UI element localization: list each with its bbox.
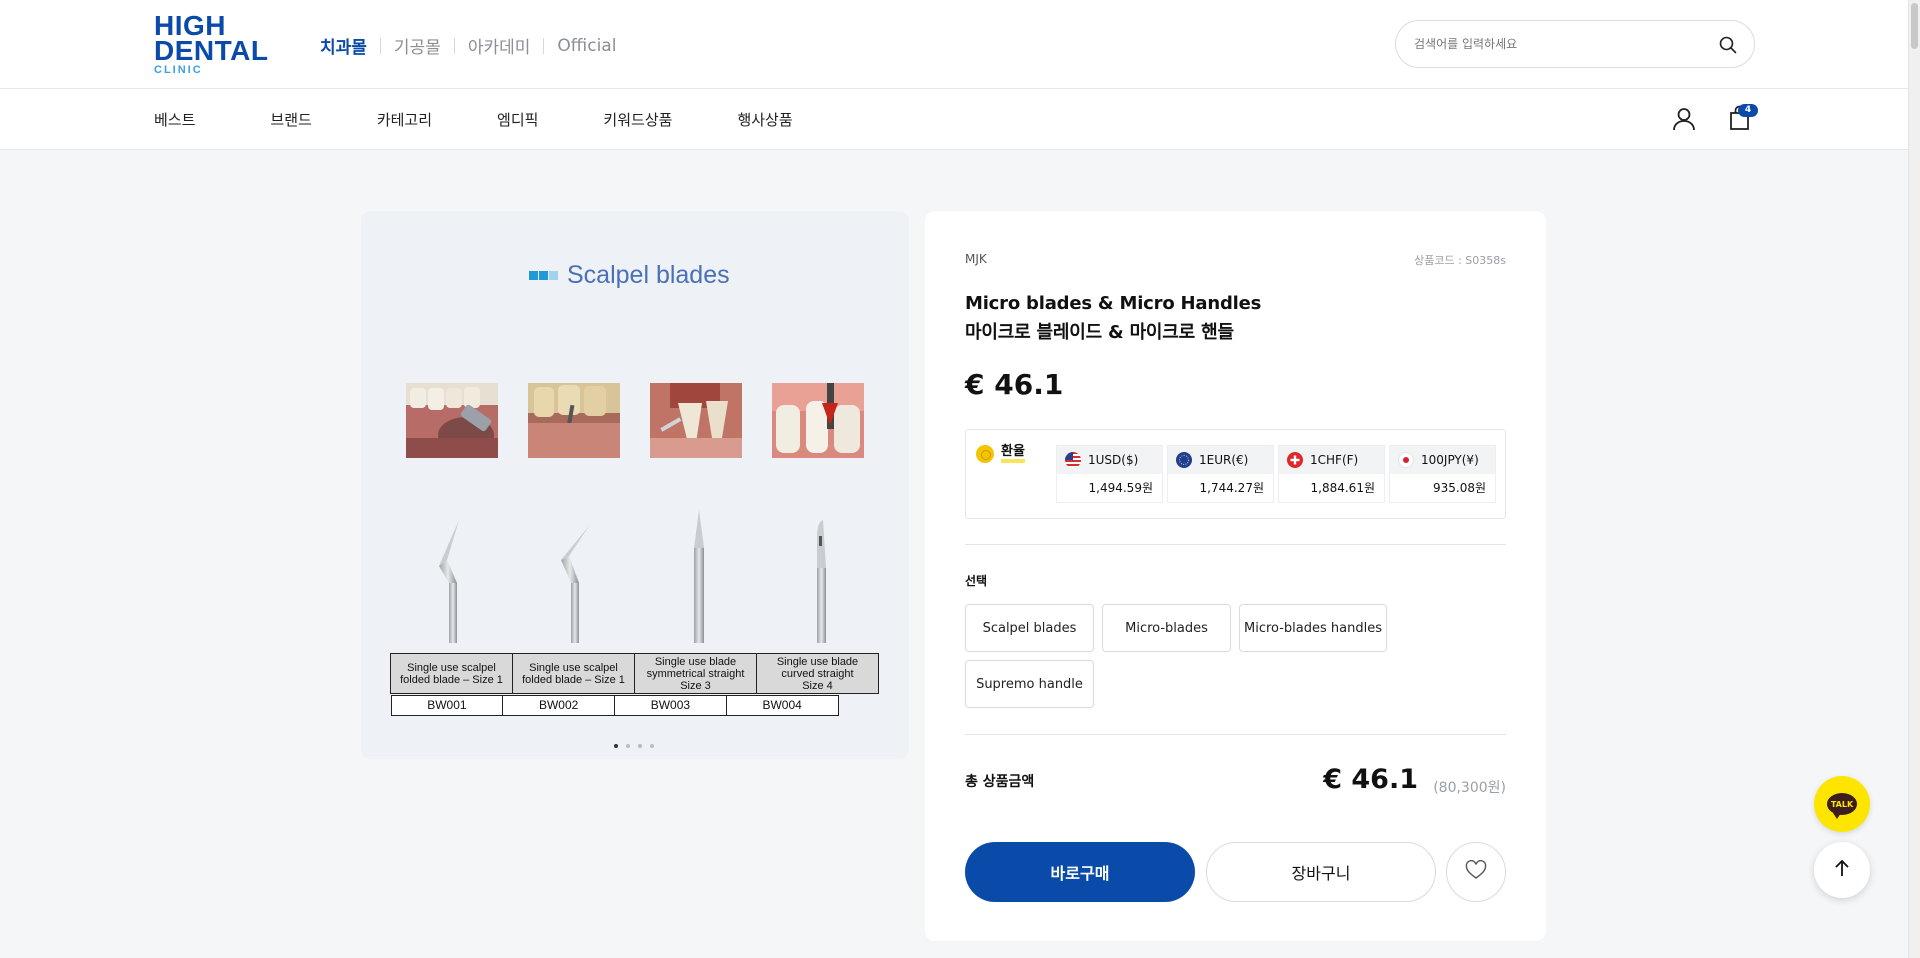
product-image-gallery[interactable]: Scalpel blades Single use scalpel folded… xyxy=(361,211,909,759)
spec-desc-cell: Single use scalpel folded blade – Size 1 xyxy=(512,653,635,694)
nav-item-keyword[interactable]: 키워드상품 xyxy=(603,109,672,130)
mall-tab-academy[interactable]: 아카데미 xyxy=(468,33,531,58)
spec-table: Single use scalpel folded blade – Size 1 … xyxy=(390,653,879,716)
logo-line-2: DENTAL xyxy=(154,35,269,66)
product-info-card: MJK 상품코드 : S0358s Micro blades & Micro H… xyxy=(925,211,1546,941)
jp-flag-icon xyxy=(1398,452,1414,468)
rate-currency: 100JPY(¥) xyxy=(1421,453,1479,467)
rate-currency: 1CHF(F) xyxy=(1310,453,1359,467)
coin-icon xyxy=(976,445,994,463)
rate-chf: 1CHF(F) 1,884.61원 xyxy=(1278,445,1385,503)
mall-tabs: 치과몰 기공몰 아카데미 Official xyxy=(320,33,616,59)
exchange-rate-title: 환율 xyxy=(1001,445,1025,463)
nav-item-mdpick[interactable]: 엠디픽 xyxy=(497,109,538,130)
slide-indicators xyxy=(614,744,662,748)
search-input[interactable] xyxy=(1414,34,1704,54)
title-square-icon xyxy=(529,271,538,280)
search-icon[interactable] xyxy=(1718,35,1738,55)
product-price: € 46.1 xyxy=(965,368,1064,401)
image-title: Scalpel blades xyxy=(529,261,730,290)
clinical-photos xyxy=(406,383,864,458)
kakao-talk-button[interactable]: TALK xyxy=(1814,776,1870,832)
eu-flag-icon xyxy=(1176,452,1192,468)
mall-tab-lab[interactable]: 기공몰 xyxy=(394,33,441,58)
heart-icon xyxy=(1465,859,1487,884)
slide-dot[interactable] xyxy=(626,744,630,748)
section-divider xyxy=(965,734,1506,735)
slide-dot[interactable] xyxy=(650,744,654,748)
mall-tab-official[interactable]: Official xyxy=(557,36,616,56)
exchange-rate-box: 환율 1USD($) 1,494.59원 1EUR(€) 1,744.27원 1… xyxy=(965,429,1506,519)
clinical-photo-2 xyxy=(528,383,620,458)
spec-code-cell: BW004 xyxy=(725,694,839,716)
mall-tab-dental[interactable]: 치과몰 xyxy=(320,33,367,58)
clinical-photo-1 xyxy=(406,383,498,458)
spec-code-cell: BW003 xyxy=(614,694,727,716)
product-name-en: Micro blades & Micro Handles xyxy=(965,293,1262,314)
ch-flag-icon xyxy=(1287,452,1303,468)
spec-desc-cell: Single use blade symmetrical straight Size… xyxy=(634,653,757,694)
clinical-photo-4 xyxy=(772,383,864,458)
main-nav: 베스트 브랜드 카테고리 엠디픽 키워드상품 행사상품 4 xyxy=(0,89,1920,150)
rate-value: 1,884.61원 xyxy=(1310,481,1375,495)
nav-item-category[interactable]: 카테고리 xyxy=(377,109,432,130)
rate-value: 1,744.27원 xyxy=(1199,481,1264,495)
tab-divider xyxy=(543,37,545,54)
rate-currency: 1EUR(€) xyxy=(1199,453,1249,467)
scrollbar-thumb[interactable] xyxy=(1911,3,1918,49)
cart-count-badge: 4 xyxy=(1738,104,1758,117)
user-icon[interactable] xyxy=(1671,106,1697,132)
slide-dot[interactable] xyxy=(638,744,642,748)
rate-eur: 1EUR(€) 1,744.27원 xyxy=(1167,445,1274,503)
total-price: € 46.1 xyxy=(1323,764,1418,795)
image-title-text: Scalpel blades xyxy=(567,261,730,289)
rate-usd: 1USD($) 1,494.59원 xyxy=(1056,445,1163,503)
product-brand[interactable]: MJK xyxy=(965,252,987,266)
wishlist-button[interactable] xyxy=(1446,842,1506,902)
option-title: 선택 xyxy=(965,574,988,588)
category-menu: 베스트 브랜드 카테고리 엠디픽 키워드상품 행사상품 xyxy=(154,109,793,130)
option-supremo-handle[interactable]: Supremo handle xyxy=(965,660,1094,708)
exchange-rates: 1USD($) 1,494.59원 1EUR(€) 1,744.27원 1CHF… xyxy=(1056,445,1500,503)
nav-item-event[interactable]: 행사상품 xyxy=(737,109,792,130)
arrow-up-icon xyxy=(1833,858,1851,882)
rate-currency: 1USD($) xyxy=(1088,453,1139,467)
clinical-photo-3 xyxy=(650,383,742,458)
section-divider xyxy=(965,544,1506,545)
spec-desc-cell: Single use scalpel folded blade – Size 1 xyxy=(390,653,513,694)
top-header: HIGH DENTAL CLINIC 치과몰 기공몰 아카데미 Official xyxy=(0,0,1920,89)
spec-code-cell: BW001 xyxy=(390,694,504,716)
option-micro-blades[interactable]: Micro-blades xyxy=(1102,604,1231,652)
spec-code-cell: BW002 xyxy=(502,694,615,716)
rate-value: 1,494.59원 xyxy=(1088,481,1153,495)
buy-now-button[interactable]: 바로구매 xyxy=(965,842,1195,902)
nav-item-best[interactable]: 베스트 xyxy=(154,109,195,130)
page-scrollbar[interactable] xyxy=(1908,0,1920,958)
blade-illustrations xyxy=(401,508,891,643)
slide-dot[interactable] xyxy=(614,744,618,748)
total-label: 총 상품금액 xyxy=(965,774,1035,790)
product-code: 상품코드 : S0358s xyxy=(1414,254,1506,267)
title-square-icon xyxy=(549,271,558,280)
title-square-icon xyxy=(539,271,548,280)
option-micro-blades-handles[interactable]: Micro-blades handles xyxy=(1239,604,1387,652)
product-name-ko: 마이크로 블레이드 & 마이크로 핸들 xyxy=(965,322,1234,343)
option-scalpel-blades[interactable]: Scalpel blades xyxy=(965,604,1094,652)
tab-divider xyxy=(379,37,381,54)
search-box xyxy=(1395,20,1755,68)
spec-desc-cell: Single use blade curved straight Size 4 xyxy=(756,653,879,694)
total-price-krw: (80,300원) xyxy=(1433,780,1506,796)
tab-divider xyxy=(453,37,455,54)
rate-value: 935.08원 xyxy=(1432,481,1486,495)
site-logo[interactable]: HIGH DENTAL CLINIC xyxy=(154,12,278,77)
add-to-cart-button[interactable]: 장바구니 xyxy=(1206,842,1436,902)
nav-item-brand[interactable]: 브랜드 xyxy=(270,109,311,130)
scroll-to-top-button[interactable] xyxy=(1814,842,1870,898)
rate-jpy: 100JPY(¥) 935.08원 xyxy=(1389,445,1496,503)
talk-bubble-icon: TALK xyxy=(1827,793,1857,819)
product-name: Micro blades & Micro Handles 마이크로 블레이드 &… xyxy=(965,289,1261,347)
exchange-rate-label: 환율 xyxy=(976,445,1025,463)
us-flag-icon xyxy=(1065,452,1081,468)
